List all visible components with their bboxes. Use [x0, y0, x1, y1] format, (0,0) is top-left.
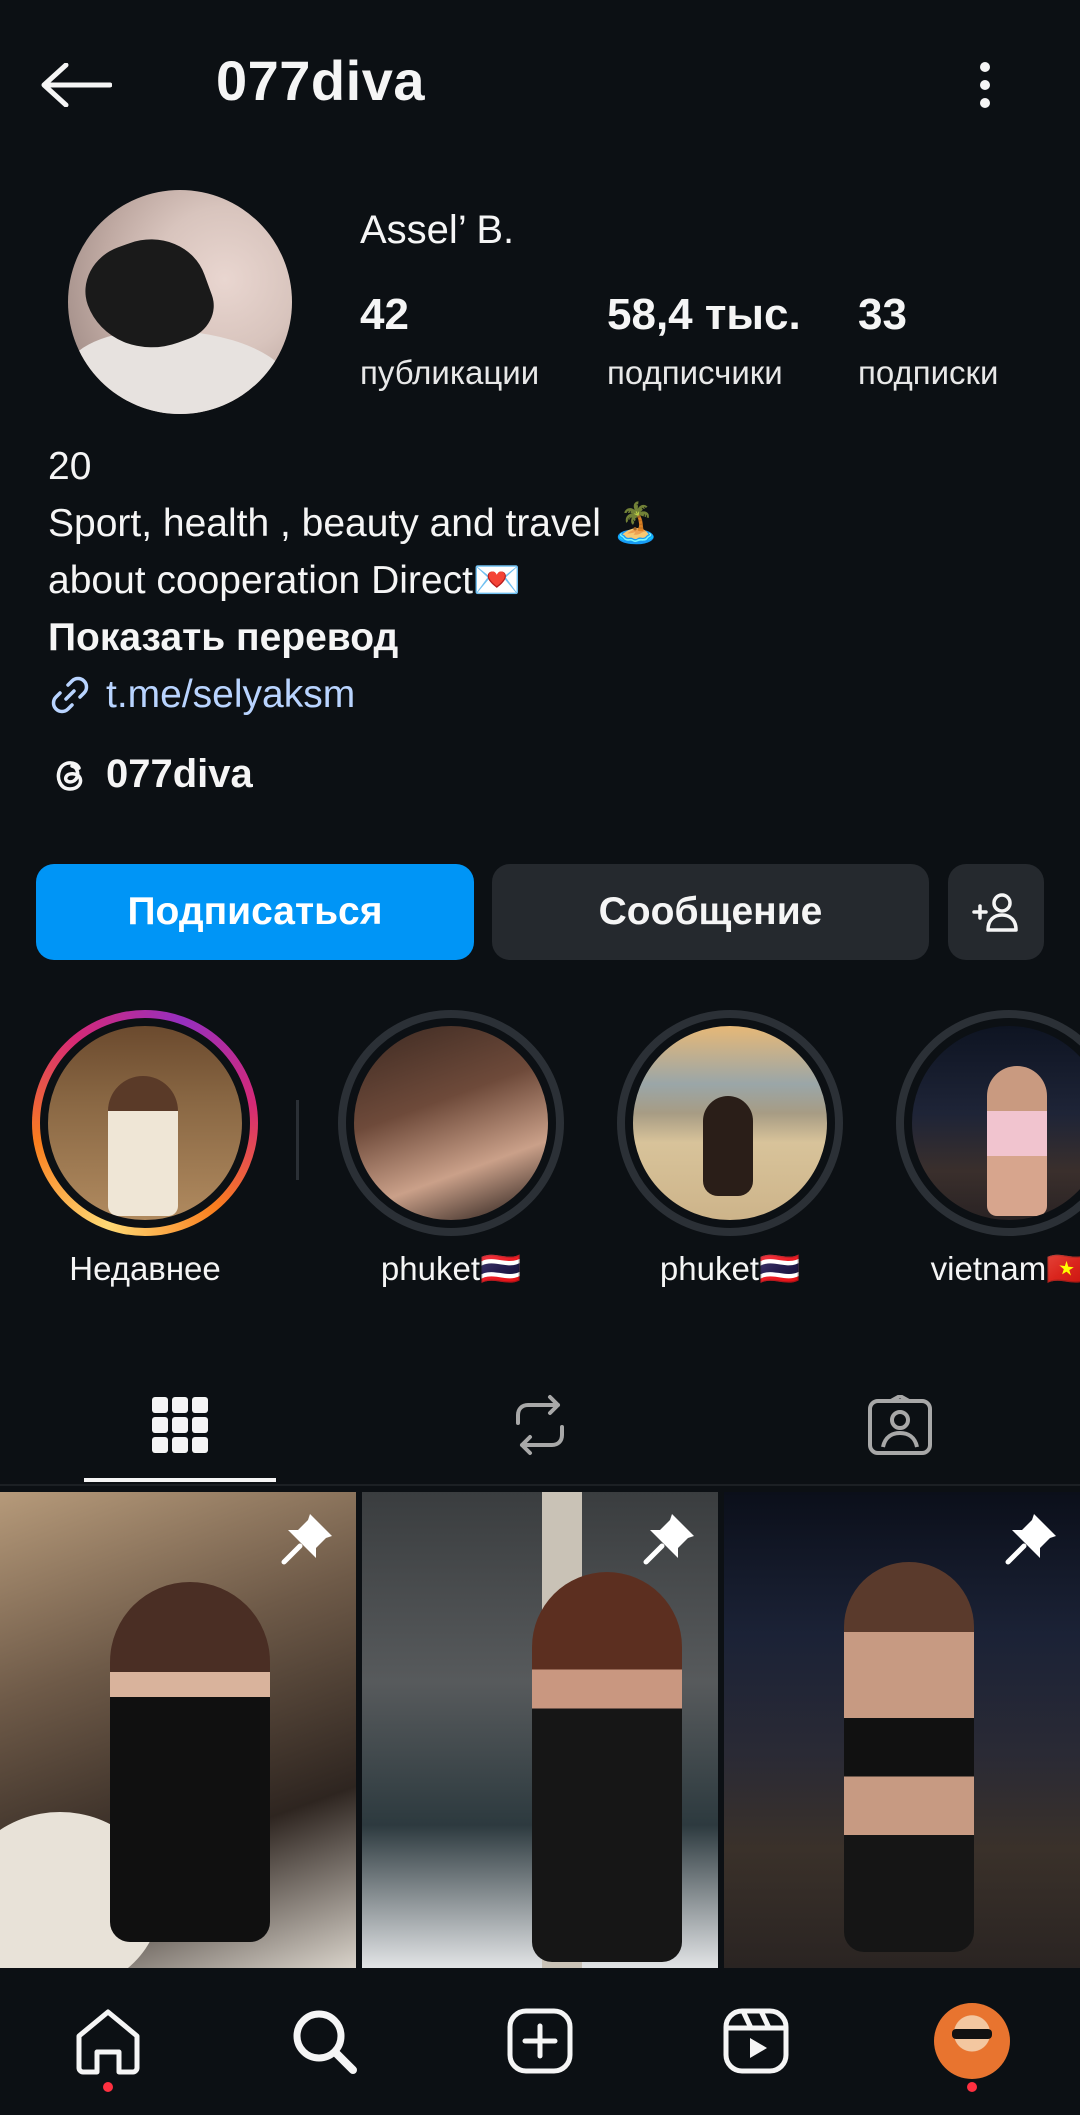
active-tab-indicator — [84, 1478, 276, 1482]
highlight-divider — [296, 1100, 299, 1180]
grid-icon — [152, 1397, 208, 1453]
divider — [0, 1484, 1080, 1486]
stat-value: 58,4 тыс. — [607, 290, 801, 339]
post-thumbnail[interactable] — [724, 1492, 1080, 1968]
stat-followers[interactable]: 58,4 тыс. подписчики — [607, 290, 801, 392]
pin-icon — [1005, 1514, 1056, 1565]
highlight-ring — [32, 1010, 258, 1236]
back-button[interactable] — [40, 50, 130, 120]
nav-reels[interactable] — [706, 1996, 806, 2086]
stat-label: подписки — [858, 354, 999, 391]
show-translation-link[interactable]: Показать перевод — [48, 609, 660, 666]
highlight-thumbnail — [40, 1018, 250, 1228]
story-highlights: Недавнее phuket🇹🇭 phuket🇹🇭 vietnam🇻🇳 — [0, 1010, 1080, 1300]
tab-tagged[interactable] — [800, 1370, 1000, 1480]
stat-value: 42 — [360, 290, 409, 339]
bio-line: 20 — [48, 445, 92, 488]
highlight-ring — [896, 1010, 1080, 1236]
stat-posts[interactable]: 42 публикации — [360, 290, 539, 392]
profile-avatar[interactable] — [68, 190, 292, 414]
stat-label: публикации — [360, 354, 540, 391]
add-user-icon — [972, 893, 1018, 932]
highlight-thumbnail — [904, 1018, 1080, 1228]
tab-posts-grid[interactable] — [80, 1370, 280, 1480]
profile-avatar — [934, 2003, 1010, 2079]
more-options-button[interactable] — [960, 50, 1010, 120]
nav-search[interactable] — [274, 1996, 374, 2086]
follow-button[interactable]: Подписаться — [36, 864, 474, 960]
reels-icon — [723, 2008, 789, 2074]
nav-profile[interactable] — [922, 1996, 1022, 2092]
highlight-label: phuket🇹🇭 — [380, 1250, 522, 1287]
pin-icon — [643, 1514, 694, 1565]
bio: 20 Sport, health , beauty and travel 🏝️ … — [48, 438, 660, 723]
stat-value: 33 — [858, 290, 907, 339]
threads-badge[interactable]: 077diva — [48, 752, 253, 797]
stat-label: подписчики — [607, 354, 783, 391]
notification-dot — [103, 2082, 113, 2092]
bio-line: about cooperation Direct💌 — [48, 559, 522, 602]
highlight-item[interactable]: vietnam🇻🇳 — [894, 1010, 1080, 1289]
tagged-icon — [868, 1395, 932, 1455]
home-icon — [76, 2009, 140, 2075]
search-icon — [293, 2010, 357, 2074]
page-title: 077diva — [216, 49, 425, 112]
profile-page: 077diva Assel’ B. 42 публикации 58,4 тыс… — [0, 0, 1080, 2115]
pin-icon — [281, 1514, 332, 1565]
top-bar: 077diva — [0, 0, 1080, 170]
posts-grid — [0, 1492, 1080, 1968]
suggested-users-button[interactable] — [948, 864, 1044, 960]
threads-handle: 077diva — [106, 752, 253, 796]
profile-tabs — [0, 1370, 1080, 1488]
highlight-label: vietnam🇻🇳 — [930, 1250, 1080, 1287]
display-name: Assel’ B. — [360, 208, 515, 252]
bio-link-text: t.me/selyaksm — [106, 673, 356, 716]
bio-line: Sport, health , beauty and travel 🏝️ — [48, 502, 661, 545]
highlight-ring — [338, 1010, 564, 1236]
tab-reposts[interactable] — [440, 1370, 640, 1480]
reposts-icon — [516, 1395, 564, 1455]
nav-home[interactable] — [58, 1996, 158, 2092]
highlight-thumbnail — [625, 1018, 835, 1228]
threads-icon — [56, 760, 83, 791]
highlight-item[interactable]: Недавнее — [30, 1010, 260, 1288]
more-vertical-icon — [980, 62, 990, 108]
link-icon — [51, 676, 89, 713]
message-button[interactable]: Сообщение — [492, 864, 929, 960]
highlight-item[interactable]: phuket🇹🇭 — [336, 1010, 566, 1289]
highlight-item[interactable]: phuket🇹🇭 — [615, 1010, 845, 1289]
post-thumbnail[interactable] — [0, 1492, 356, 1968]
highlight-label: phuket🇹🇭 — [659, 1250, 801, 1287]
highlight-ring — [617, 1010, 843, 1236]
highlight-label: Недавнее — [69, 1250, 221, 1287]
stat-following[interactable]: 33 подписки — [858, 290, 998, 392]
highlight-thumbnail — [346, 1018, 556, 1228]
bio-link[interactable]: t.me/selyaksm — [48, 666, 660, 723]
bottom-navigation — [0, 1968, 1080, 2115]
nav-create[interactable] — [490, 1996, 590, 2086]
create-icon — [507, 2008, 573, 2074]
post-thumbnail[interactable] — [362, 1492, 718, 1968]
arrow-left-icon — [41, 63, 112, 107]
notification-dot — [967, 2082, 977, 2092]
